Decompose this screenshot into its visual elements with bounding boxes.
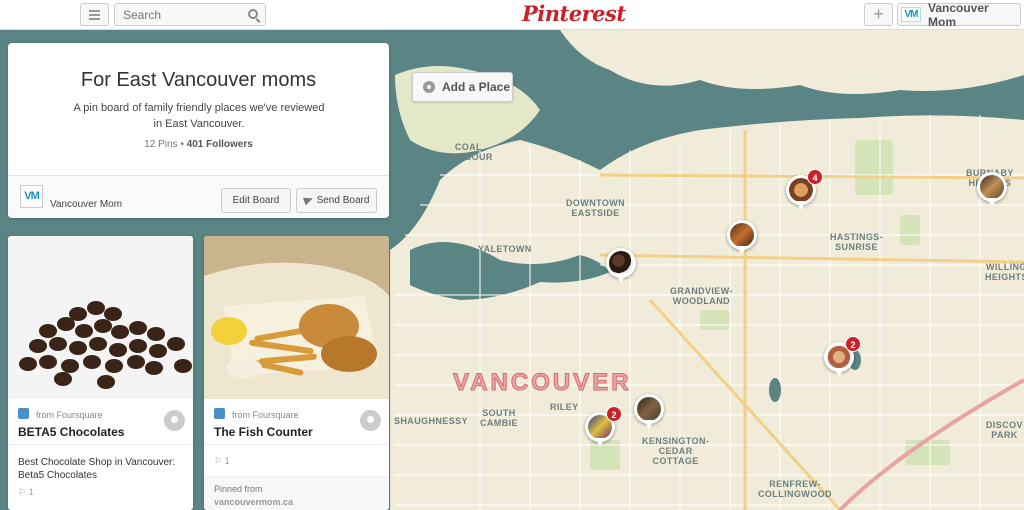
menu-button[interactable] [80, 3, 109, 26]
pin-card[interactable]: from Foursquare The Fish Counter ⚐ 1 Pin… [204, 236, 389, 510]
pin-source: from Foursquare [232, 410, 299, 420]
pin-title[interactable]: BETA5 Chocolates [18, 425, 124, 439]
chocolates-image [19, 301, 192, 389]
user-name: Vancouver Mom [928, 0, 989, 29]
search-input[interactable] [115, 4, 235, 25]
pinterest-logo[interactable]: Pinterest [522, 1, 626, 26]
divider [8, 444, 193, 445]
send-board-button[interactable]: Send Board [296, 188, 377, 213]
owner-avatar[interactable]: VM [20, 185, 43, 208]
send-board-label: Send Board [316, 195, 370, 206]
marker-hastings[interactable]: 4 [786, 169, 823, 213]
marker-bubble [977, 172, 1007, 207]
marker-grandview[interactable] [727, 220, 757, 258]
label-willingdon-heights: WILLING HEIGHTS [985, 262, 1024, 282]
marker-count-badge: 4 [807, 169, 823, 185]
pin-card[interactable]: from Foursquare BETA5 Chocolates Best Ch… [8, 236, 193, 510]
label-renfrew-collingwood: RENFREW- COLLINGWOOD [758, 479, 832, 499]
foursquare-icon [214, 408, 225, 419]
add-place-button[interactable]: Add a Place [412, 72, 513, 102]
marker-bubble [606, 248, 636, 283]
top-bar: Pinterest + VM Vancouver Mom [0, 0, 1024, 30]
send-icon [302, 194, 314, 206]
label-hastings-sunrise: HASTINGS- SUNRISE [830, 232, 884, 252]
board-info-card: For East Vancouver moms A pin board of f… [8, 43, 389, 218]
marker-thumbnail [980, 175, 1004, 199]
divider [204, 444, 389, 445]
board-title: For East Vancouver moms [80, 69, 317, 91]
fish-and-chips-image [204, 236, 389, 399]
label-discovery-park: DISCOV PARK [986, 420, 1023, 440]
marker-kensington[interactable] [634, 394, 664, 432]
edit-board-button[interactable]: Edit Board [221, 188, 291, 213]
map-pin-icon [423, 81, 435, 93]
followers-count[interactable]: 401 Followers [187, 139, 253, 150]
marker-bubble [634, 394, 664, 429]
place-marker-icon[interactable] [164, 410, 185, 431]
marker-chocolates[interactable] [606, 248, 636, 286]
pinned-from-label: Pinned from [214, 484, 263, 494]
label-shaughnessy: SHAUGHNESSY [394, 416, 468, 426]
like-count: ⚐ 1 [18, 487, 34, 497]
pin-image[interactable] [8, 236, 193, 399]
label-kensington-cedar-cottage: KENSINGTON- CEDAR COTTAGE [642, 436, 710, 466]
label-downtown-eastside: DOWNTOWN EASTSIDE [566, 198, 626, 218]
pinned-from[interactable]: Pinned from vancouvermom.ca [214, 483, 293, 509]
marker-thumbnail [730, 223, 754, 247]
label-yaletown: YALETOWN [478, 244, 532, 254]
add-place-label: Add a Place [442, 80, 511, 94]
marker-thumbnail [637, 397, 661, 421]
pin-image[interactable] [204, 236, 389, 399]
stats-separator: • [180, 139, 184, 150]
marker-thumbnail [609, 251, 633, 275]
add-pin-button[interactable]: + [864, 3, 893, 26]
pin-source: from Foursquare [36, 410, 103, 420]
marker-renfrew[interactable]: 2 [824, 336, 861, 380]
label-riley: RILEY [550, 402, 579, 412]
pin-description: Best Chocolate Shop in Vancouver: Beta5 … [18, 457, 176, 481]
city-label: VANCOUVER [453, 369, 632, 397]
foursquare-icon [18, 408, 29, 419]
label-south-cambie: SOUTH CAMBIE [480, 408, 518, 428]
search-icon[interactable] [248, 9, 258, 19]
user-menu-button[interactable]: VM Vancouver Mom [897, 0, 1021, 29]
like-count-value: 1 [224, 456, 230, 466]
label-grandview-woodland: GRANDVIEW- WOODLAND [670, 286, 733, 306]
owner-name[interactable]: Vancouver Mom [50, 199, 122, 210]
board-description: A pin board of family friendly places we… [73, 102, 325, 130]
search-box[interactable] [114, 3, 266, 26]
pin-title[interactable]: The Fish Counter [214, 425, 313, 439]
pins-count[interactable]: 12 Pins [144, 139, 177, 150]
board-stats: 12 Pins • 401 Followers [8, 139, 389, 150]
marker-burnaby[interactable] [977, 172, 1007, 210]
pinned-from-url[interactable]: vancouvermom.ca [214, 497, 293, 507]
menu-icon [89, 13, 100, 16]
place-marker-icon[interactable] [360, 410, 381, 431]
marker-riley[interactable]: 2 [585, 406, 622, 450]
like-count-value: 1 [28, 487, 34, 497]
marker-count-badge: 2 [606, 406, 622, 422]
marker-bubble [727, 220, 757, 255]
label-coal-harbour: COAL HARBOUR [444, 142, 493, 162]
user-avatar: VM [901, 7, 921, 22]
marker-count-badge: 2 [845, 336, 861, 352]
like-count: ⚐ 1 [214, 456, 230, 466]
board-footer: VM Vancouver Mom Edit Board Send Board [8, 175, 389, 218]
